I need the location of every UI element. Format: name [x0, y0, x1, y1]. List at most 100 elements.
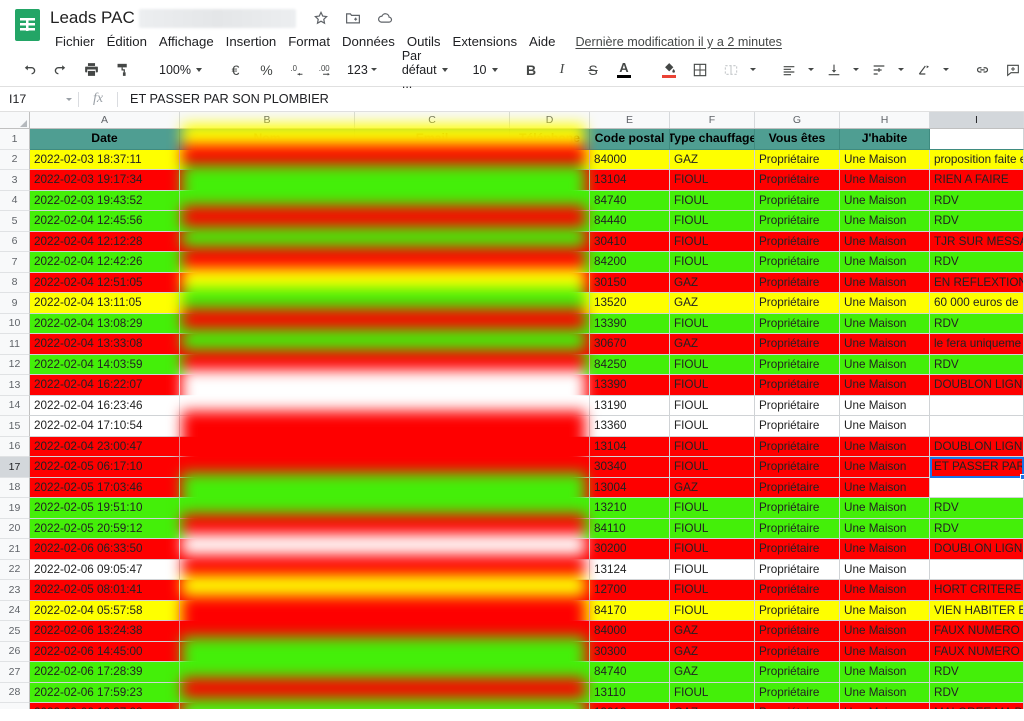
- cell-email[interactable]: [355, 170, 510, 191]
- cell-date[interactable]: 2022-02-04 23:00:47: [30, 436, 180, 457]
- cell-vous-etes[interactable]: Propriétaire: [755, 682, 840, 703]
- cell-vous-etes[interactable]: Propriétaire: [755, 170, 840, 191]
- cell-code-postal[interactable]: 13104: [590, 436, 670, 457]
- row-header[interactable]: 2: [0, 149, 30, 170]
- merge-cells-icon[interactable]: [716, 57, 747, 82]
- cell-email[interactable]: [355, 211, 510, 232]
- cell-email[interactable]: [355, 149, 510, 170]
- cell-note[interactable]: VIEN HABITER E: [930, 600, 1024, 621]
- cell-telephone[interactable]: [510, 580, 590, 601]
- cell-date[interactable]: 2022-02-04 12:42:26: [30, 252, 180, 273]
- zoom-control[interactable]: 100%: [152, 57, 206, 82]
- cell-telephone[interactable]: [510, 293, 590, 314]
- cell-nom[interactable]: [180, 682, 355, 703]
- cell-note[interactable]: EN REFLEXTION: [930, 272, 1024, 293]
- cell-date[interactable]: 2022-02-05 20:59:12: [30, 518, 180, 539]
- cell-email[interactable]: [355, 559, 510, 580]
- cell-date[interactable]: 2022-02-03 19:17:34: [30, 170, 180, 191]
- menu-outils[interactable]: Outils: [401, 32, 447, 51]
- select-all-corner[interactable]: [0, 112, 30, 128]
- cell-code-postal[interactable]: 84170: [590, 600, 670, 621]
- column-header-f[interactable]: F: [670, 112, 755, 128]
- cell-date[interactable]: 2022-02-04 16:22:07: [30, 375, 180, 396]
- cell-vous-etes[interactable]: Propriétaire: [755, 354, 840, 375]
- cell-note[interactable]: TJR SUR MESSA: [930, 231, 1024, 252]
- cell-type-chauffage[interactable]: FIOUL: [670, 580, 755, 601]
- google-sheets-icon[interactable]: [10, 8, 44, 42]
- cell-telephone[interactable]: [510, 170, 590, 191]
- formula-input[interactable]: ET PASSER PAR SON PLOMBIER: [118, 92, 1024, 106]
- cell-jhabite[interactable]: Une Maison: [840, 416, 930, 437]
- cell-vous-etes[interactable]: Propriétaire: [755, 436, 840, 457]
- menu-donnees[interactable]: Données: [336, 32, 401, 51]
- cell-code-postal[interactable]: 30200: [590, 539, 670, 560]
- cell-email[interactable]: [355, 518, 510, 539]
- cell-email[interactable]: [355, 703, 510, 709]
- cell-date[interactable]: 2022-02-04 12:12:28: [30, 231, 180, 252]
- row-header[interactable]: 11: [0, 334, 30, 355]
- cell-code-postal[interactable]: 13110: [590, 682, 670, 703]
- cell-type-chauffage[interactable]: FIOUL: [670, 395, 755, 416]
- cell-telephone[interactable]: [510, 641, 590, 662]
- cell-telephone[interactable]: [510, 375, 590, 396]
- cell-vous-etes[interactable]: Propriétaire: [755, 703, 840, 709]
- cell-date[interactable]: 2022-02-04 12:45:56: [30, 211, 180, 232]
- cell-nom[interactable]: [180, 539, 355, 560]
- star-icon[interactable]: [312, 9, 330, 27]
- cell-vous-etes[interactable]: Propriétaire: [755, 498, 840, 519]
- cell-email[interactable]: [355, 231, 510, 252]
- cell-note[interactable]: [930, 395, 1024, 416]
- cell-nom[interactable]: [180, 170, 355, 191]
- cell-note[interactable]: [930, 416, 1024, 437]
- cell-telephone[interactable]: [510, 416, 590, 437]
- cell-telephone[interactable]: [510, 600, 590, 621]
- cell-jhabite[interactable]: Une Maison: [840, 600, 930, 621]
- increase-decimal-button[interactable]: .00: [313, 57, 344, 82]
- cell-date[interactable]: 2022-02-04 12:51:05: [30, 272, 180, 293]
- row-header[interactable]: 1: [0, 129, 30, 150]
- row-header[interactable]: 14: [0, 395, 30, 416]
- cell-email[interactable]: [355, 313, 510, 334]
- cell-note[interactable]: RDV: [930, 211, 1024, 232]
- row-header[interactable]: 21: [0, 539, 30, 560]
- cell-type-chauffage[interactable]: GAZ: [670, 703, 755, 709]
- cell-date[interactable]: 2022-02-04 17:10:54: [30, 416, 180, 437]
- last-modified-link[interactable]: Dernière modification il y a 2 minutes: [575, 35, 782, 49]
- redo-icon[interactable]: [45, 57, 76, 82]
- cell-telephone[interactable]: [510, 518, 590, 539]
- cell-type-chauffage[interactable]: FIOUL: [670, 416, 755, 437]
- row-header[interactable]: 15: [0, 416, 30, 437]
- row-header[interactable]: 3: [0, 170, 30, 191]
- number-format-control[interactable]: 123: [344, 57, 381, 82]
- cell-code-postal[interactable]: 84110: [590, 518, 670, 539]
- text-wrap-icon[interactable]: [864, 57, 895, 82]
- cell-nom[interactable]: [180, 272, 355, 293]
- column-header-a[interactable]: A: [30, 112, 180, 128]
- text-color-button[interactable]: A: [609, 57, 640, 82]
- cell-email[interactable]: [355, 334, 510, 355]
- cell-nom[interactable]: [180, 211, 355, 232]
- cell-vous-etes[interactable]: Propriétaire: [755, 641, 840, 662]
- row-header[interactable]: 17: [0, 457, 30, 478]
- cell-date[interactable]: 2022-02-05 06:17:10: [30, 457, 180, 478]
- cell-code-postal[interactable]: 13360: [590, 416, 670, 437]
- cell-note[interactable]: DOUBLON LIGN: [930, 539, 1024, 560]
- cell-date[interactable]: 2022-02-06 14:45:00: [30, 641, 180, 662]
- cell-nom[interactable]: [180, 416, 355, 437]
- cell-email[interactable]: [355, 272, 510, 293]
- cell-code-postal[interactable]: 13190: [590, 395, 670, 416]
- cell-note[interactable]: ET PASSER PAR: [930, 457, 1024, 478]
- cell-email[interactable]: [355, 252, 510, 273]
- cell-jhabite[interactable]: Une Maison: [840, 662, 930, 683]
- cell-nom[interactable]: [180, 498, 355, 519]
- cell-jhabite[interactable]: Une Maison: [840, 682, 930, 703]
- cell-code-postal[interactable]: 13104: [590, 170, 670, 191]
- cell-telephone[interactable]: [510, 354, 590, 375]
- cell-vous-etes[interactable]: Propriétaire: [755, 252, 840, 273]
- cell-nom[interactable]: [180, 580, 355, 601]
- cell-jhabite[interactable]: Une Maison: [840, 539, 930, 560]
- cell-vous-etes[interactable]: Propriétaire: [755, 231, 840, 252]
- cell-code-postal[interactable]: 13520: [590, 293, 670, 314]
- cell-nom[interactable]: [180, 621, 355, 642]
- row-header[interactable]: 19: [0, 498, 30, 519]
